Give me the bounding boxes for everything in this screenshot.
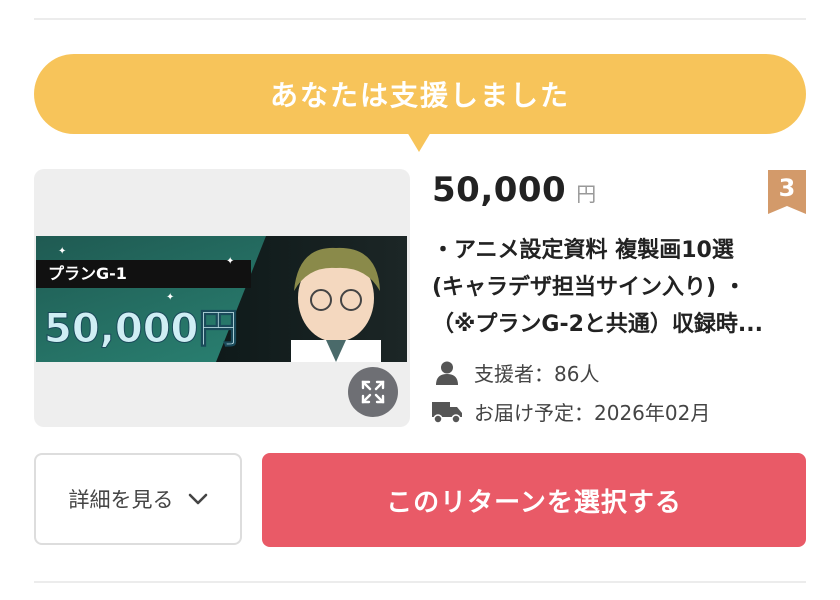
- description-line: (キャラデザ担当サイン入り) ・: [432, 275, 746, 300]
- supported-banner-pointer: [407, 132, 431, 152]
- delivery-row: お届け予定：2026年02月: [432, 397, 710, 426]
- expand-image-button[interactable]: [348, 367, 398, 417]
- thumbnail-price-label: 50,000円: [44, 306, 238, 352]
- expand-icon: [361, 380, 385, 404]
- svg-text:✦: ✦: [58, 246, 66, 257]
- supporters-count: 支援者：86人: [474, 362, 600, 386]
- select-reward-button-label: このリターンを選択する: [386, 487, 682, 518]
- reward-thumbnail: ✦ ✦ ✦ プランG-1 50,000円: [36, 236, 407, 362]
- description-line: （※プランG-2と共通）収録時...: [432, 312, 763, 337]
- thumbnail-plan-label: プランG-1: [48, 264, 127, 283]
- price-value: 50,000: [432, 170, 567, 210]
- reward-description: ・アニメ設定資料 複製画10選 (キャラデザ担当サイン入り) ・ （※プランG-…: [432, 232, 802, 343]
- select-reward-button[interactable]: このリターンを選択する: [262, 453, 806, 547]
- svg-text:✦: ✦: [166, 292, 174, 303]
- rank-badge: 3: [768, 170, 806, 214]
- details-button[interactable]: 詳細を見る: [34, 453, 242, 545]
- reward-price: 50,000 円: [432, 170, 596, 210]
- chevron-down-icon: [188, 492, 208, 506]
- svg-text:✦: ✦: [226, 256, 234, 267]
- supported-banner-text: あなたは支援しました: [269, 79, 570, 112]
- bottom-divider: [34, 581, 806, 583]
- details-button-label: 詳細を見る: [68, 488, 174, 512]
- description-line: ・アニメ設定資料 複製画10選: [432, 238, 734, 263]
- reward-image-card[interactable]: ✦ ✦ ✦ プランG-1 50,000円: [34, 169, 410, 427]
- person-icon: [432, 360, 462, 386]
- supporters-row: 支援者：86人: [432, 358, 599, 387]
- rank-number: 3: [778, 174, 796, 202]
- reward-card: あなたは支援しました ✦ ✦ ✦ プランG-1 50,000円 50,000 円…: [0, 0, 840, 600]
- price-currency: 円: [576, 182, 597, 206]
- top-divider: [34, 18, 806, 20]
- supported-banner: あなたは支援しました: [34, 54, 806, 134]
- delivery-date: お届け予定：2026年02月: [474, 401, 711, 425]
- truck-icon: [432, 399, 462, 425]
